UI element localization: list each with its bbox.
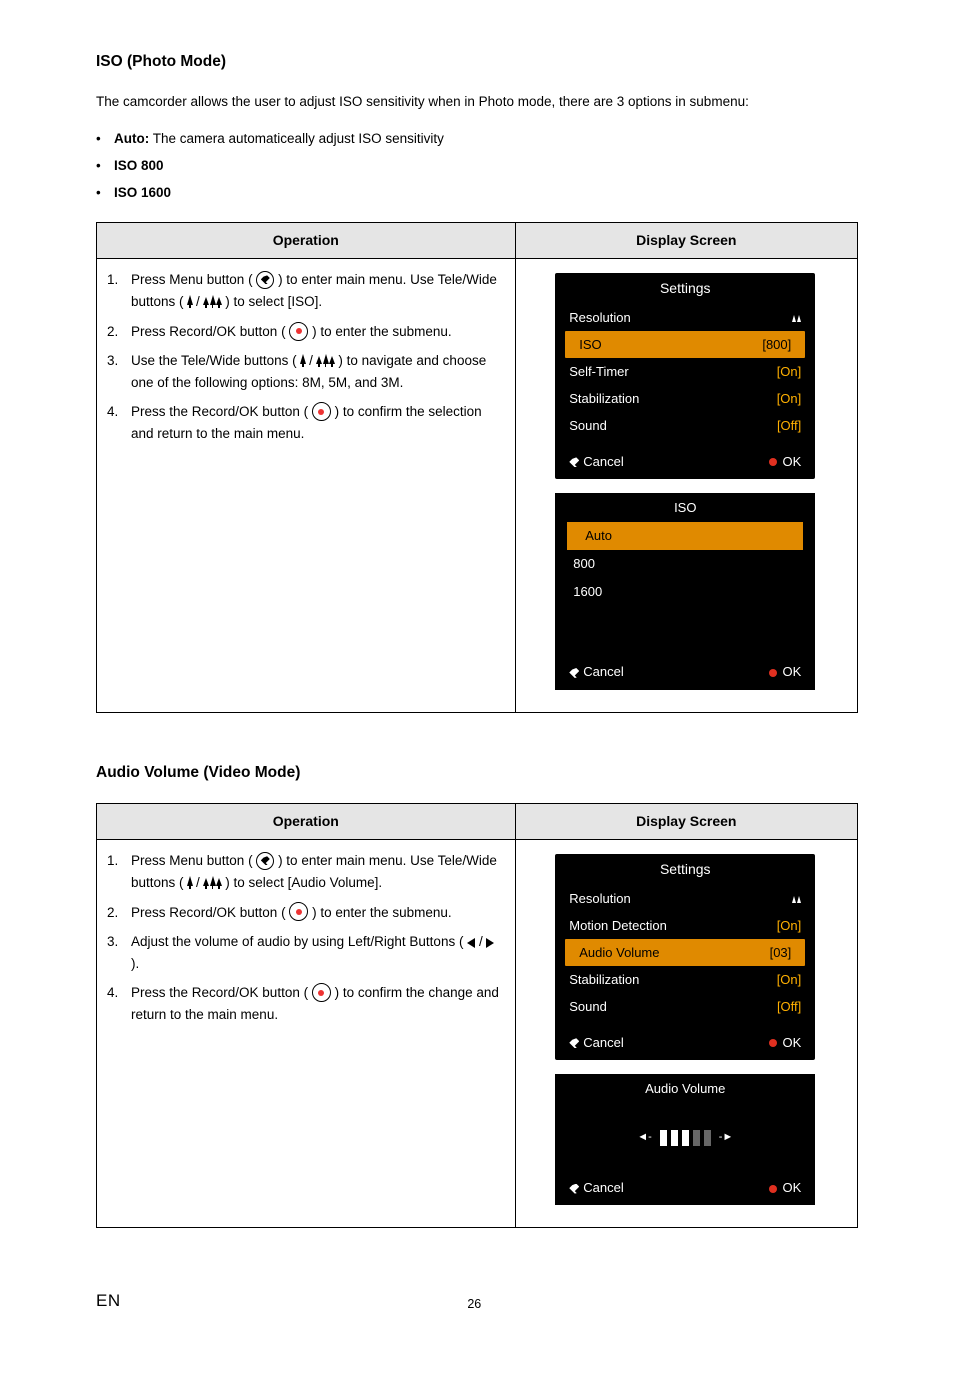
section1-intro: The camcorder allows the user to adjust … bbox=[96, 92, 858, 113]
bullet-text: The camera automaticeally adjust ISO sen… bbox=[149, 131, 444, 146]
step-2: Press Record/OK button ( ) to enter the … bbox=[107, 902, 503, 924]
vol-bar bbox=[660, 1130, 667, 1146]
tree-value-icon bbox=[792, 889, 801, 909]
step-2: Press Record/OK button ( ) to enter the … bbox=[107, 321, 503, 343]
cancel-button[interactable]: Cancel bbox=[569, 1033, 623, 1053]
bullet-auto: Auto: The camera automaticeally adjust I… bbox=[96, 129, 858, 150]
wrench-icon bbox=[569, 1038, 579, 1048]
record-ok-icon bbox=[312, 983, 331, 1002]
volume-bars[interactable]: ◄- -► bbox=[555, 1103, 815, 1172]
menu-row-selftimer[interactable]: Self-Timer[On] bbox=[555, 358, 815, 385]
step-1: Press Menu button ( ) to enter main menu… bbox=[107, 269, 503, 312]
vol-left-icon: ◄- bbox=[637, 1129, 652, 1146]
wide-icon bbox=[204, 876, 222, 889]
bullet-iso800: ISO 800 bbox=[96, 156, 858, 177]
menu-row-stabilization[interactable]: Stabilization[On] bbox=[555, 386, 815, 413]
vol-bar bbox=[704, 1130, 711, 1146]
settings-screen: Settings Resolution Motion Detection[On]… bbox=[555, 854, 815, 1060]
col-operation: Operation bbox=[97, 222, 516, 259]
record-dot-icon bbox=[769, 1180, 782, 1195]
record-dot-icon bbox=[769, 1035, 782, 1050]
operation-cell: Press Menu button ( ) to enter main menu… bbox=[97, 259, 516, 712]
section1-table: Operation Display Screen Press Menu butt… bbox=[96, 222, 858, 713]
display-cell: Settings Resolution ISO[800] Self-Timer[… bbox=[515, 259, 857, 712]
ok-button[interactable]: OK bbox=[769, 1178, 801, 1198]
wrench-icon bbox=[569, 1184, 579, 1194]
option-1600[interactable]: 1600 bbox=[555, 578, 815, 606]
cancel-button[interactable]: Cancel bbox=[569, 662, 623, 682]
operation-cell: Press Menu button ( ) to enter main menu… bbox=[97, 840, 516, 1228]
tree-value-icon bbox=[792, 308, 801, 328]
tele-icon bbox=[187, 295, 192, 308]
wrench-icon bbox=[569, 457, 579, 467]
menu-row-motion[interactable]: Motion Detection[On] bbox=[555, 912, 815, 939]
menu-row-resolution[interactable]: Resolution bbox=[555, 885, 815, 912]
cancel-button[interactable]: Cancel bbox=[569, 1178, 623, 1198]
vol-bar bbox=[682, 1130, 689, 1146]
lang-label: EN bbox=[96, 1288, 121, 1314]
screen-title: ISO bbox=[555, 493, 815, 522]
bullet-label: Auto: bbox=[114, 131, 149, 146]
option-800[interactable]: 800 bbox=[555, 550, 815, 578]
right-arrow-icon bbox=[486, 938, 494, 948]
ok-button[interactable]: OK bbox=[769, 662, 801, 682]
col-operation: Operation bbox=[97, 803, 516, 840]
bullet-label: ISO 800 bbox=[114, 158, 164, 173]
record-dot-icon bbox=[769, 664, 782, 679]
cancel-button[interactable]: Cancel bbox=[569, 452, 623, 472]
page-footer: EN 26 bbox=[96, 1288, 858, 1314]
screen-title: Settings bbox=[555, 273, 815, 304]
record-dot-icon bbox=[769, 454, 782, 469]
screen-title: Settings bbox=[555, 854, 815, 885]
wide-icon bbox=[317, 354, 335, 367]
menu-row-audio[interactable]: Audio Volume[03] bbox=[565, 939, 805, 966]
col-display: Display Screen bbox=[515, 803, 857, 840]
menu-icon bbox=[256, 271, 274, 289]
screen-title: Audio Volume bbox=[555, 1074, 815, 1103]
bullet-iso1600: ISO 1600 bbox=[96, 183, 858, 204]
vol-right-icon: -► bbox=[719, 1129, 734, 1146]
record-ok-icon bbox=[312, 402, 331, 421]
ok-button[interactable]: OK bbox=[769, 1033, 801, 1053]
record-ok-icon bbox=[289, 902, 308, 921]
section1-bullets: Auto: The camera automaticeally adjust I… bbox=[96, 129, 858, 204]
bullet-label: ISO 1600 bbox=[114, 185, 171, 200]
display-cell: Settings Resolution Motion Detection[On]… bbox=[515, 840, 857, 1228]
menu-icon bbox=[256, 852, 274, 870]
step-1: Press Menu button ( ) to enter main menu… bbox=[107, 850, 503, 893]
page-number: 26 bbox=[121, 1295, 828, 1314]
ok-button[interactable]: OK bbox=[769, 452, 801, 472]
section2-table: Operation Display Screen Press Menu butt… bbox=[96, 803, 858, 1229]
menu-row-stabilization[interactable]: Stabilization[On] bbox=[555, 966, 815, 993]
record-ok-icon bbox=[289, 322, 308, 341]
menu-row-sound[interactable]: Sound[Off] bbox=[555, 994, 815, 1021]
menu-row-iso[interactable]: ISO[800] bbox=[565, 331, 805, 358]
audio-volume-screen: Audio Volume ◄- -► Cancel OK bbox=[555, 1074, 815, 1205]
step-4: Press the Record/OK button ( ) to confir… bbox=[107, 401, 503, 444]
menu-row-resolution[interactable]: Resolution bbox=[555, 304, 815, 331]
wrench-icon bbox=[569, 668, 579, 678]
menu-row-sound[interactable]: Sound[Off] bbox=[555, 413, 815, 440]
step-3: Use the Tele/Wide buttons ( / ) to navig… bbox=[107, 350, 503, 393]
step-3: Adjust the volume of audio by using Left… bbox=[107, 931, 503, 974]
option-auto[interactable]: Auto bbox=[567, 522, 803, 550]
step-4: Press the Record/OK button ( ) to confir… bbox=[107, 982, 503, 1025]
settings-screen: Settings Resolution ISO[800] Self-Timer[… bbox=[555, 273, 815, 479]
left-arrow-icon bbox=[467, 938, 475, 948]
section1-title: ISO (Photo Mode) bbox=[96, 50, 858, 74]
wide-icon bbox=[204, 295, 222, 308]
iso-submenu-screen: ISO Auto 800 1600 Cancel OK bbox=[555, 493, 815, 690]
vol-bar bbox=[671, 1130, 678, 1146]
vol-bar bbox=[693, 1130, 700, 1146]
tele-icon bbox=[187, 876, 192, 889]
section2-title: Audio Volume (Video Mode) bbox=[96, 761, 858, 785]
tele-icon bbox=[300, 354, 305, 367]
col-display: Display Screen bbox=[515, 222, 857, 259]
